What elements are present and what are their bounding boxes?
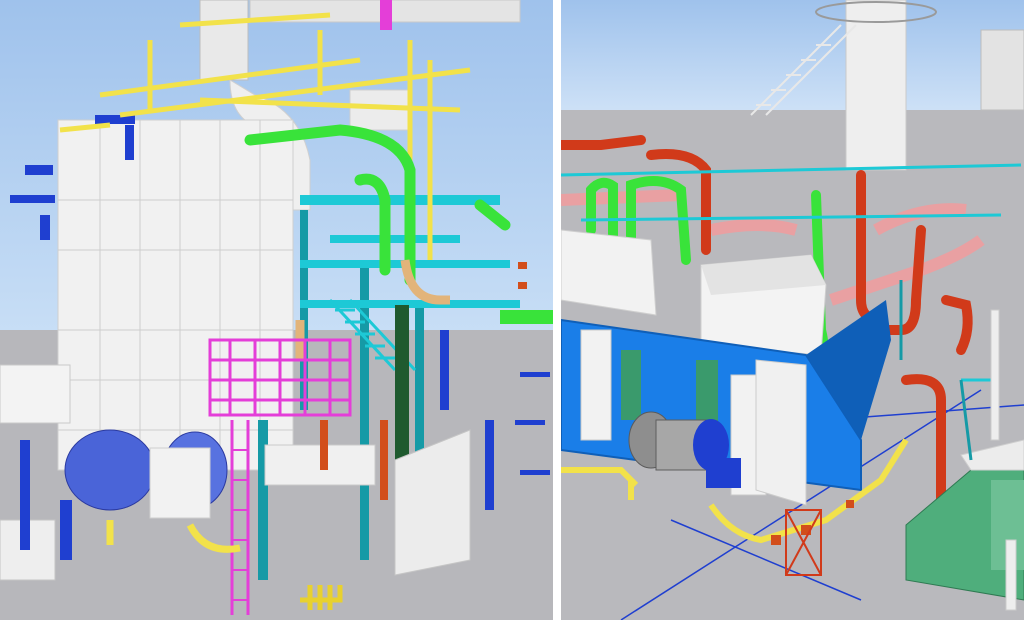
white-frame-right — [755, 359, 807, 506]
green-duct-right — [500, 310, 553, 324]
magenta-valve-top — [380, 0, 392, 30]
sky — [561, 0, 1024, 115]
right-boiler-model-svg — [561, 0, 1024, 620]
plant-render-collage — [0, 0, 1024, 620]
left-plant-model-svg — [0, 0, 553, 620]
right-boiler-model-view — [561, 0, 1024, 620]
left-plant-model-view — [0, 0, 553, 620]
panel-divider — [553, 0, 561, 620]
